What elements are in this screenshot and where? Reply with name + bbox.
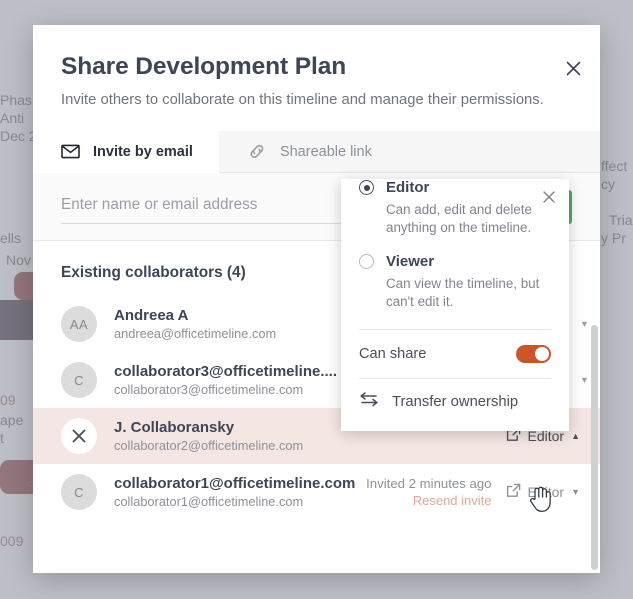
can-share-row[interactable]: Can share bbox=[341, 330, 569, 378]
link-icon bbox=[247, 143, 267, 160]
permission-option-viewer-label: Viewer bbox=[386, 253, 435, 271]
can-share-toggle[interactable] bbox=[516, 344, 551, 363]
permissions-dropdown: Editor Can add, edit and delete anything… bbox=[341, 179, 569, 431]
invite-status: Invited 2 minutes ago Resend invite bbox=[366, 476, 491, 508]
chevron-down-icon[interactable]: ▼ bbox=[580, 319, 589, 329]
collaborator-row[interactable]: Ccollaborator1@officetimeline.com collabo… bbox=[33, 464, 600, 520]
can-share-label: Can share bbox=[359, 345, 427, 362]
role-label: Editor bbox=[527, 484, 565, 500]
chevron-down-icon[interactable]: ▼ bbox=[580, 375, 589, 385]
invited-timestamp: Invited 2 minutes ago bbox=[366, 476, 492, 491]
chevron-up-icon: ▲ bbox=[571, 430, 580, 441]
dialog-scrollbar[interactable] bbox=[591, 325, 598, 570]
transfer-icon bbox=[359, 392, 379, 412]
dialog-header: Share Development Plan Invite others to … bbox=[33, 25, 600, 108]
permission-option-editor-label: Editor bbox=[386, 179, 430, 196]
tab-invite-by-email-label: Invite by email bbox=[93, 143, 193, 160]
chevron-down-icon: ▼ bbox=[571, 486, 580, 497]
collaborator-meta: collaborator1@officetimeline.com collabor… bbox=[114, 475, 358, 509]
collaborator-email: collaborator1@officetimeline.com bbox=[114, 494, 304, 509]
avatar: AA bbox=[61, 306, 97, 342]
permission-option-viewer[interactable]: Viewer Can view the timeline, but can't … bbox=[341, 253, 569, 310]
collaborator-name: collaborator1@officetimeline.com bbox=[114, 475, 356, 492]
transfer-ownership-label: Transfer ownership bbox=[392, 393, 519, 410]
remove-collaborator-icon[interactable] bbox=[61, 418, 97, 454]
radio-editor-icon[interactable] bbox=[359, 180, 374, 195]
transfer-ownership-item[interactable]: Transfer ownership bbox=[341, 379, 569, 425]
dropdown-close-icon[interactable] bbox=[539, 187, 559, 207]
close-icon[interactable] bbox=[560, 55, 586, 81]
resend-invite-link[interactable]: Resend invite bbox=[366, 493, 492, 508]
permission-option-viewer-description: Can view the timeline, but can't edit it… bbox=[386, 276, 540, 310]
external-link-icon bbox=[506, 483, 521, 501]
envelope-icon bbox=[61, 144, 80, 159]
collaborator-actions: Invited 2 minutes ago Resend invite Editor… bbox=[366, 476, 580, 508]
collaborator-email: collaborator2@officetimeline.com bbox=[114, 438, 304, 453]
page-title: Share Development Plan bbox=[61, 53, 347, 80]
role-picker[interactable]: Editor ▼ bbox=[506, 483, 580, 501]
permission-option-editor-description: Can add, edit and delete anything on the… bbox=[386, 202, 532, 235]
avatar: C bbox=[61, 362, 97, 398]
tab-shareable-link[interactable]: Shareable link bbox=[219, 131, 398, 172]
permission-option-editor[interactable]: Editor Can add, edit and delete anything… bbox=[341, 179, 569, 236]
dialog-subtitle: Invite others to collaborate on this tim… bbox=[61, 92, 544, 108]
tab-bar: Invite by email Shareable link bbox=[33, 131, 600, 173]
tab-shareable-link-label: Shareable link bbox=[279, 143, 372, 160]
tab-invite-by-email[interactable]: Invite by email bbox=[33, 131, 219, 173]
avatar: C bbox=[61, 474, 97, 510]
radio-viewer-icon[interactable] bbox=[359, 254, 374, 270]
